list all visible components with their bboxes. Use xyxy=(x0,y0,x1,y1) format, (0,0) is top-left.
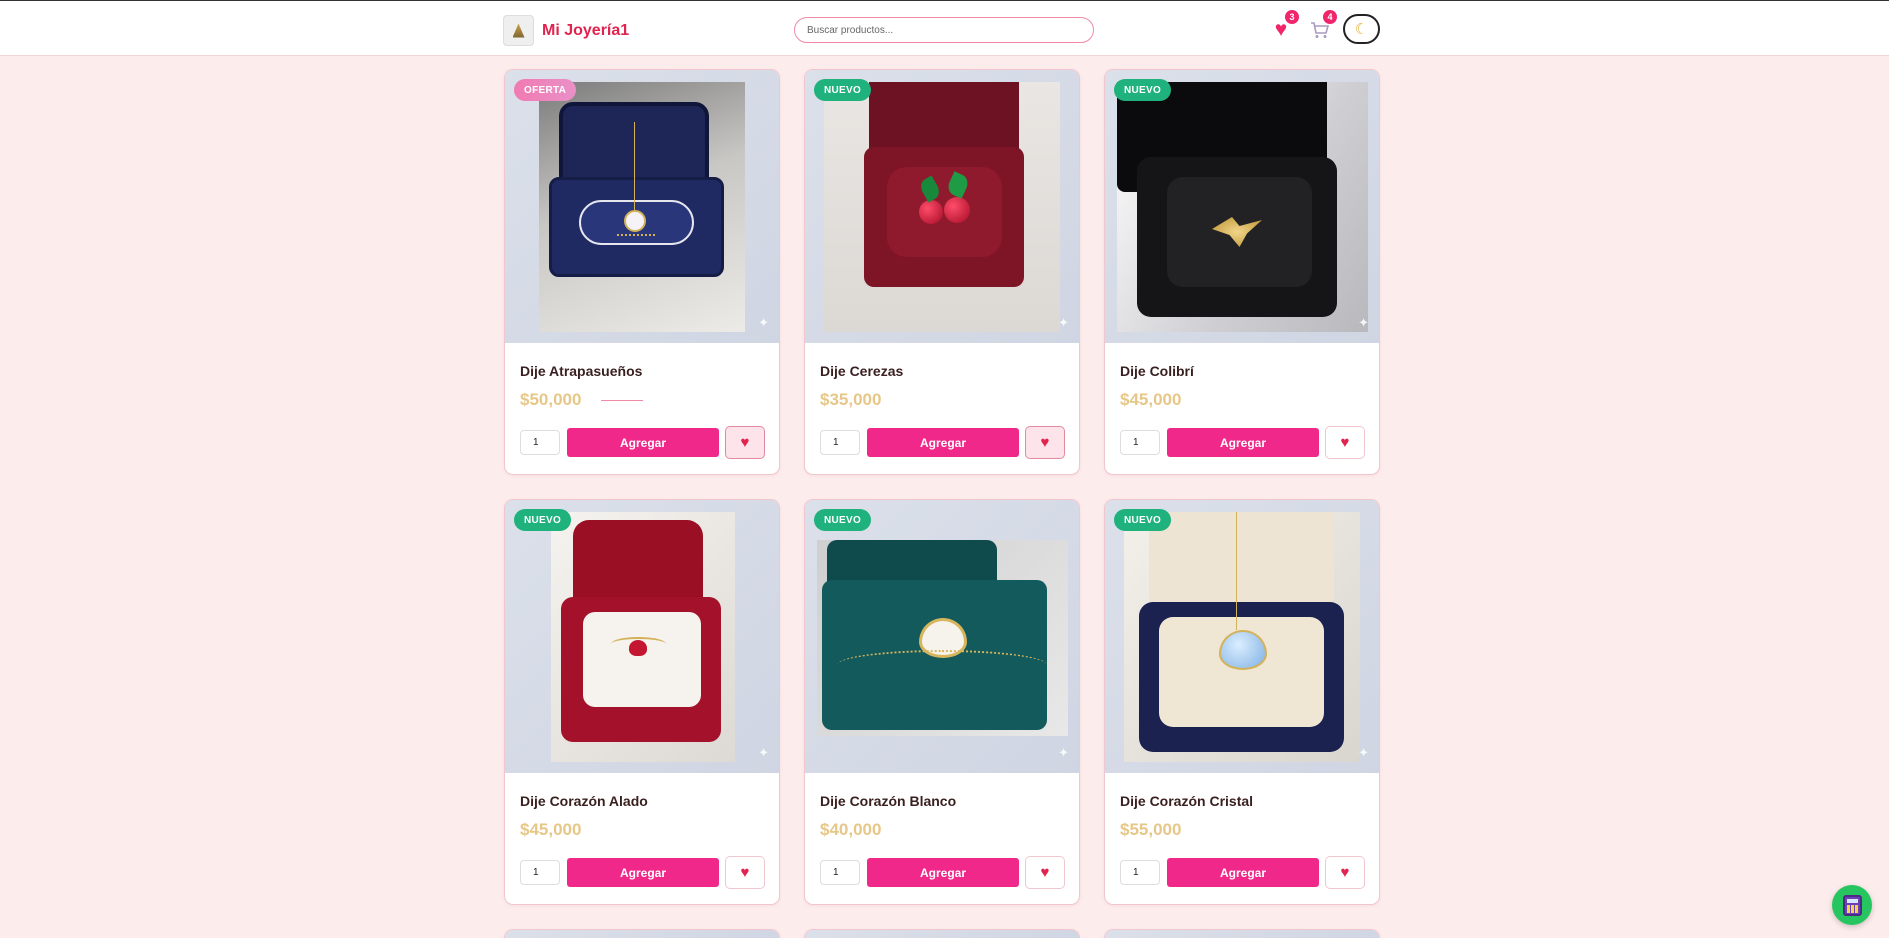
product-card: ✦ NUEVO Dije Colibrí $45,000 Agregar ♥ xyxy=(1104,69,1380,475)
heart-icon: ♥ xyxy=(1340,434,1350,451)
heart-icon: ♥ xyxy=(1040,864,1050,881)
product-card: ✦ OFERTA Dije Atrapasueños $50,000 Agreg… xyxy=(504,69,780,475)
brand-name[interactable]: Mi Joyería1 xyxy=(542,22,629,40)
calculator-icon xyxy=(1842,894,1862,916)
cart-icon xyxy=(1310,21,1329,38)
add-to-cart-button[interactable]: Agregar xyxy=(867,428,1019,457)
product-name[interactable]: Dije Colibrí xyxy=(1120,363,1194,379)
product-photo xyxy=(539,82,745,332)
product-price: $55,000 xyxy=(1120,820,1182,839)
quantity-input[interactable] xyxy=(820,860,860,885)
favorite-button[interactable]: ♥ xyxy=(1025,426,1065,459)
calculator-button[interactable] xyxy=(1832,885,1872,925)
product-price: $50,000 xyxy=(520,390,582,409)
search-input[interactable] xyxy=(794,17,1094,43)
brand[interactable]: Mi Joyería1 xyxy=(503,15,629,46)
quantity-input[interactable] xyxy=(820,430,860,455)
product-price: $40,000 xyxy=(820,820,882,839)
sparkle-icon: ✦ xyxy=(1058,745,1069,760)
product-image-area[interactable]: ✦ NUEVO xyxy=(505,500,779,773)
favorite-button[interactable]: ♥ xyxy=(1325,856,1365,889)
sparkle-icon: ✦ xyxy=(1358,315,1369,330)
heart-icon: ♥ xyxy=(1040,434,1050,451)
quantity-input[interactable] xyxy=(520,430,560,455)
product-card xyxy=(1104,929,1380,938)
add-to-cart-button[interactable]: Agregar xyxy=(1167,858,1319,887)
quantity-input[interactable] xyxy=(1120,430,1160,455)
cart-count-badge: 4 xyxy=(1323,10,1337,24)
heart-icon: ♥ xyxy=(740,864,750,881)
store-logo[interactable] xyxy=(503,15,534,46)
status-badge: NUEVO xyxy=(1114,509,1172,531)
status-badge: NUEVO xyxy=(514,509,572,531)
product-image-area[interactable]: ✦ NUEVO xyxy=(1105,70,1379,343)
theme-toggle-button[interactable]: ☾ xyxy=(1343,14,1380,44)
product-image-area[interactable]: ✦ OFERTA xyxy=(505,70,779,343)
add-to-cart-button[interactable]: Agregar xyxy=(867,858,1019,887)
strikethrough-line xyxy=(601,400,643,401)
product-card: ✦ NUEVO Dije Corazón Blanco $40,000 Agre… xyxy=(804,499,1080,905)
favorites-button[interactable]: ♥ 3 xyxy=(1268,10,1299,43)
favorite-button[interactable]: ♥ xyxy=(1325,426,1365,459)
favorite-button[interactable]: ♥ xyxy=(725,426,765,459)
sparkle-icon: ✦ xyxy=(758,745,769,760)
product-image-area[interactable] xyxy=(805,930,1079,938)
product-card: ✦ NUEVO Dije Corazón Cristal $55,000 Agr… xyxy=(1104,499,1380,905)
add-to-cart-button[interactable]: Agregar xyxy=(1167,428,1319,457)
product-card xyxy=(804,929,1080,938)
status-badge: NUEVO xyxy=(814,509,872,531)
cart-button[interactable]: 4 xyxy=(1306,10,1337,43)
top-navbar: Mi Joyería1 ♥ 3 4 ☾ xyxy=(0,0,1889,56)
product-image-area[interactable] xyxy=(505,930,779,938)
product-price: $35,000 xyxy=(820,390,882,409)
add-to-cart-button[interactable]: Agregar xyxy=(567,858,719,887)
status-badge: NUEVO xyxy=(814,79,872,101)
favorite-button[interactable]: ♥ xyxy=(725,856,765,889)
logo-mark-icon xyxy=(512,23,525,38)
quantity-input[interactable] xyxy=(520,860,560,885)
product-card: ✦ NUEVO Dije Cerezas $35,000 Agregar ♥ xyxy=(804,69,1080,475)
product-image-area[interactable]: ✦ NUEVO xyxy=(805,500,1079,773)
product-photo xyxy=(817,540,1068,736)
product-price: $45,000 xyxy=(1120,390,1182,409)
product-photo xyxy=(1117,82,1368,332)
product-image-area[interactable]: ✦ NUEVO xyxy=(805,70,1079,343)
product-image-area[interactable]: ✦ NUEVO xyxy=(1105,500,1379,773)
favorites-count-badge: 3 xyxy=(1285,10,1299,24)
status-badge: NUEVO xyxy=(1114,79,1172,101)
product-card: ✦ NUEVO Dije Corazón Alado $45,000 Agreg… xyxy=(504,499,780,905)
sparkle-icon: ✦ xyxy=(1058,315,1069,330)
quantity-input[interactable] xyxy=(1120,860,1160,885)
moon-icon: ☾ xyxy=(1354,21,1369,38)
status-badge: OFERTA xyxy=(514,79,577,101)
product-name[interactable]: Dije Corazón Cristal xyxy=(1120,793,1253,809)
product-image-area[interactable] xyxy=(1105,930,1379,938)
product-photo xyxy=(1124,512,1360,762)
heart-icon: ♥ xyxy=(1340,864,1350,881)
product-price: $45,000 xyxy=(520,820,582,839)
sparkle-icon: ✦ xyxy=(758,315,769,330)
add-to-cart-button[interactable]: Agregar xyxy=(567,428,719,457)
product-photo xyxy=(824,82,1060,332)
favorite-button[interactable]: ♥ xyxy=(1025,856,1065,889)
product-name[interactable]: Dije Atrapasueños xyxy=(520,363,642,379)
product-photo xyxy=(551,512,735,762)
heart-icon: ♥ xyxy=(740,434,750,451)
product-name[interactable]: Dije Corazón Blanco xyxy=(820,793,956,809)
sparkle-icon: ✦ xyxy=(1358,745,1369,760)
heart-icon: ♥ xyxy=(1274,18,1288,41)
product-name[interactable]: Dije Corazón Alado xyxy=(520,793,648,809)
product-card xyxy=(504,929,780,938)
product-name[interactable]: Dije Cerezas xyxy=(820,363,903,379)
